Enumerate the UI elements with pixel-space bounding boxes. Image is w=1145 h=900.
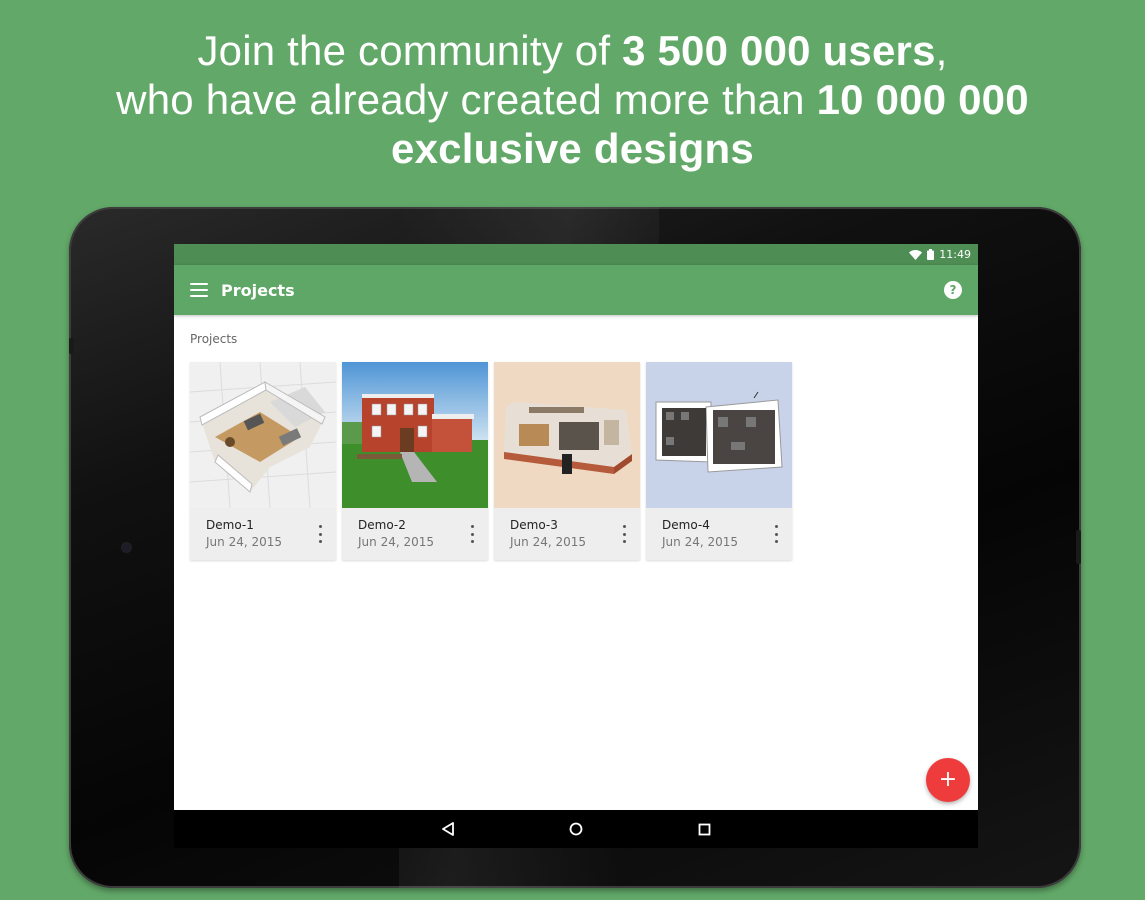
project-name: Demo-4 [662, 518, 710, 532]
home-icon[interactable] [562, 815, 590, 843]
battery-icon [927, 249, 935, 260]
tablet-side-button [69, 338, 74, 354]
system-nav-bar [174, 810, 978, 848]
wifi-icon [909, 249, 923, 260]
app-title: Projects [221, 280, 295, 300]
headline-text: , [935, 27, 948, 74]
headline-user-count: 3 500 000 users [622, 27, 936, 74]
headline-text: exclusive designs [391, 125, 754, 172]
headline-design-count: 10 000 000 [816, 76, 1029, 123]
project-date: Jun 24, 2015 [510, 535, 587, 549]
tablet-side-button [1076, 530, 1081, 564]
add-project-button[interactable]: + [926, 758, 970, 802]
headline-line-2: who have already created more than 10 00… [0, 75, 1145, 124]
project-date: Jun 24, 2015 [206, 535, 283, 549]
more-vert-icon[interactable] [770, 525, 782, 543]
project-thumbnail [494, 362, 640, 508]
project-card-footer: Demo-3 Jun 24, 2015 [494, 508, 640, 560]
project-card-footer: Demo-1 Jun 24, 2015 [190, 508, 336, 560]
projects-content: Projects Demo-1 Jun 24, 2015 Demo-2 Jun … [174, 315, 978, 810]
back-icon[interactable] [434, 815, 462, 843]
recents-icon[interactable] [690, 815, 718, 843]
headline-text: Join the community of [197, 27, 623, 74]
project-grid: Demo-1 Jun 24, 2015 Demo-2 Jun 24, 2015 … [190, 362, 792, 560]
project-card-demo-4[interactable]: Demo-4 Jun 24, 2015 [646, 362, 792, 560]
project-card-footer: Demo-2 Jun 24, 2015 [342, 508, 488, 560]
project-date: Jun 24, 2015 [358, 535, 435, 549]
more-vert-icon[interactable] [314, 525, 326, 543]
project-name: Demo-1 [206, 518, 254, 532]
status-time: 11:49 [939, 248, 971, 261]
headline-text: who have already created more than [116, 76, 817, 123]
project-date: Jun 24, 2015 [662, 535, 739, 549]
project-card-demo-2[interactable]: Demo-2 Jun 24, 2015 [342, 362, 488, 560]
project-thumbnail [342, 362, 488, 508]
headline-line-1: Join the community of 3 500 000 users, [0, 26, 1145, 75]
tablet-screen: 11:49 Projects ? Projects Demo-1 Jun 24,… [174, 244, 978, 848]
section-label: Projects [190, 332, 238, 346]
camera-icon [122, 543, 131, 552]
status-bar: 11:49 [174, 244, 978, 265]
project-thumbnail [190, 362, 336, 508]
help-icon[interactable]: ? [944, 281, 962, 299]
more-vert-icon[interactable] [618, 525, 630, 543]
promo-headline: Join the community of 3 500 000 users, w… [0, 26, 1145, 173]
project-thumbnail [646, 362, 792, 508]
project-card-footer: Demo-4 Jun 24, 2015 [646, 508, 792, 560]
headline-line-3: exclusive designs [0, 124, 1145, 173]
more-vert-icon[interactable] [466, 525, 478, 543]
app-bar: Projects ? [174, 265, 978, 315]
project-card-demo-3[interactable]: Demo-3 Jun 24, 2015 [494, 362, 640, 560]
project-card-demo-1[interactable]: Demo-1 Jun 24, 2015 [190, 362, 336, 560]
project-name: Demo-2 [358, 518, 406, 532]
project-name: Demo-3 [510, 518, 558, 532]
menu-icon[interactable] [190, 283, 208, 297]
